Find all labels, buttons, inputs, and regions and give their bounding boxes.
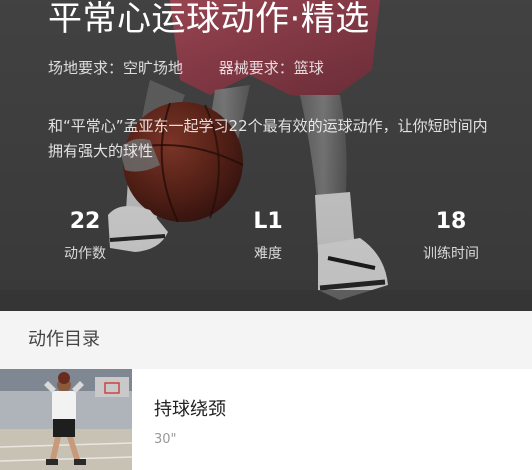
equipment-requirement: 器械要求：篮球: [218, 59, 324, 77]
section-title: 动作目录: [28, 329, 100, 350]
stat-label: 难度: [254, 246, 282, 262]
course-title: 平常心运球动作·精选: [48, 0, 370, 39]
action-thumbnail-image: [0, 369, 132, 470]
stat-training-time: 18 训练时间: [391, 207, 511, 264]
stat-difficulty: L1 难度: [208, 207, 328, 264]
stat-label: 动作数: [64, 246, 106, 262]
stat-label: 训练时间: [423, 246, 479, 262]
stat-value: L1: [253, 209, 283, 234]
course-description: 和“平常心”孟亚东一起学习22个最有效的运球动作，让你短时间内拥有强大的球性: [48, 117, 488, 160]
requirements-row: 场地要求：空旷场地 器械要求：篮球: [48, 58, 324, 78]
stat-value: 18: [435, 209, 467, 234]
action-name: 持球绕颈: [154, 399, 226, 420]
venue-requirement: 场地要求：空旷场地: [48, 59, 184, 77]
course-hero: 平常心运球动作·精选 场地要求：空旷场地 器械要求：篮球 和“平常心”孟亚东一起…: [0, 0, 532, 311]
action-duration: 30": [154, 432, 177, 447]
action-thumbnail: [0, 369, 132, 470]
action-catalog-header: 动作目录: [0, 311, 532, 369]
stat-value: 22: [69, 209, 101, 234]
action-list-item[interactable]: 持球绕颈 30": [0, 369, 532, 470]
stat-action-count: 22 动作数: [25, 207, 145, 264]
action-list: 持球绕颈 30": [0, 369, 532, 470]
